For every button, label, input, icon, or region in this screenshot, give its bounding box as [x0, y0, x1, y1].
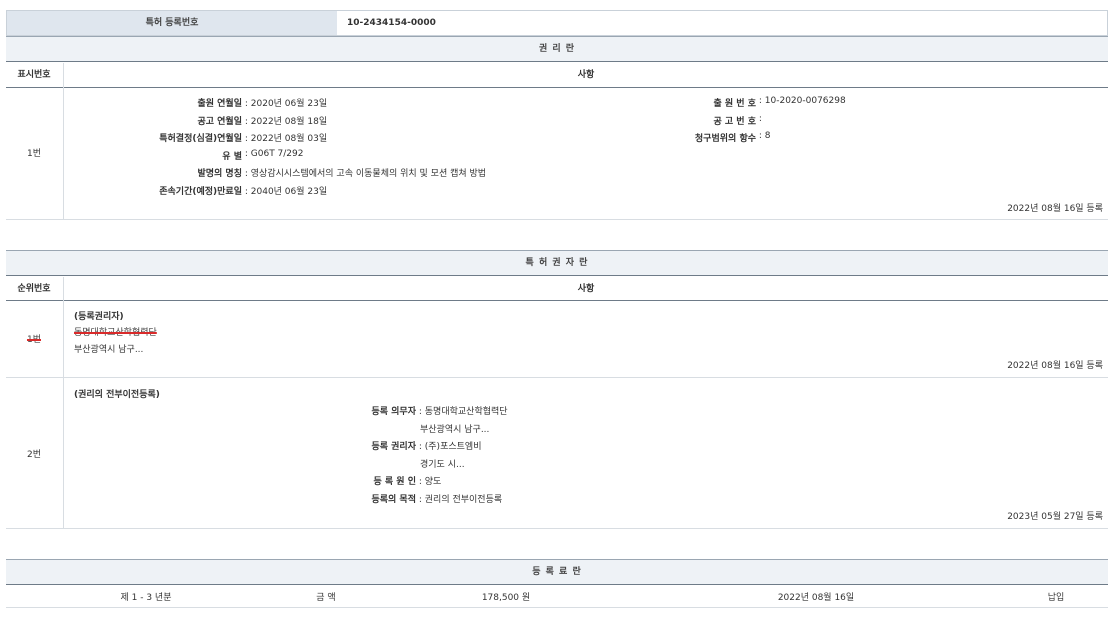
field-value: 2022년 08월 18일: [251, 117, 327, 127]
field-value: (주)포스트엠비: [425, 442, 482, 452]
field-label: 등록의 목적: [300, 492, 416, 505]
field-value: 양도: [425, 477, 442, 487]
rights-section-bottom: [6, 219, 1108, 220]
fee-status: 납입: [1026, 590, 1086, 603]
field-label: 존속기간(예정)만료일: [64, 184, 242, 197]
holder-row1-bottom: [6, 377, 1108, 378]
field-value: 부산광역시 남구...: [420, 422, 489, 435]
registration-number-value: 10-2434154-0000: [347, 11, 436, 35]
field-row: 등 록 원 인 : 양도: [300, 474, 800, 492]
field-label: 등 록 원 인: [300, 474, 416, 487]
field-label: 발명의 명칭: [64, 166, 242, 179]
holder-col-item-header: 사항: [64, 277, 1108, 301]
field-value: G06T 7/292: [251, 149, 304, 159]
holder-row1-name: 동명대학교산학협력단: [74, 325, 157, 338]
field-value: 8: [765, 131, 771, 141]
holder-section-bottom: [6, 528, 1108, 529]
fee-amount-label: 금 액: [286, 590, 366, 603]
rights-row-no: 1번: [6, 146, 62, 159]
holder-col-divider: [63, 277, 64, 528]
field-row: 부산광역시 남구...: [300, 422, 800, 440]
holder-col-no-header: 순위번호: [6, 277, 62, 301]
field-row: 존속기간(예정)만료일 : 2040년 06월 23일: [64, 184, 664, 202]
field-value: 경기도 시...: [420, 457, 465, 470]
field-value: 2022년 08월 03일: [251, 134, 327, 144]
holder-row2-heading: (권리의 전부이전등록): [74, 387, 160, 400]
fee-date: 2022년 08월 16일: [746, 590, 886, 603]
field-label: 청구범위의 항수: [620, 131, 756, 144]
field-row: 발명의 명칭 : 영상감시시스템에서의 고속 이동물체의 위치 및 모션 캡쳐 …: [64, 166, 664, 184]
rights-header-divider: [6, 87, 1108, 88]
holder-section-header: 특 허 권 자 란: [6, 250, 1108, 276]
field-label: 출 원 번 호: [620, 96, 756, 109]
field-row: 등록 권리자 : (주)포스트엠비: [300, 439, 800, 457]
field-row: 공 고 번 호 :: [620, 114, 1100, 132]
field-label: 유 별: [64, 149, 242, 162]
rights-section-header: 권 리 란: [6, 36, 1108, 62]
rights-col-no-header: 표시번호: [6, 63, 62, 87]
holder-row1-no: 1번: [6, 332, 62, 345]
registration-number-label: 특허 등록번호: [7, 11, 337, 35]
fee-section-header: 등 록 료 란: [6, 559, 1108, 585]
field-row: 출 원 번 호 : 10-2020-0076298: [620, 96, 1100, 114]
fee-row: 제 1 - 3 년분 금 액 178,500 원 2022년 08월 16일 납…: [6, 586, 1108, 608]
fee-amount: 178,500 원: [446, 590, 566, 603]
field-value: 2020년 06월 23일: [251, 99, 327, 109]
field-label: 공고 연월일: [64, 114, 242, 127]
fee-year: 제 1 - 3 년분: [66, 590, 226, 603]
field-label: 등록 권리자: [300, 439, 416, 452]
holder-row2-reg-date: 2023년 05월 27일 등록: [1007, 509, 1103, 522]
holder-row2-no: 2번: [6, 447, 62, 460]
field-row: 경기도 시...: [300, 457, 800, 475]
holder-header-divider: [6, 300, 1108, 301]
field-value: 권리의 전부이전등록: [425, 495, 502, 505]
field-value: 10-2020-0076298: [765, 96, 846, 106]
field-row: 특허결정(심결)연월일 : 2022년 08월 03일: [64, 131, 664, 149]
field-row: 등록의 목적 : 권리의 전부이전등록: [300, 492, 800, 510]
field-label: 출원 연월일: [64, 96, 242, 109]
fee-section-bottom: [6, 607, 1108, 608]
field-row: 청구범위의 항수 : 8: [620, 131, 1100, 149]
field-label: 특허결정(심결)연월일: [64, 131, 242, 144]
field-label: 공 고 번 호: [620, 114, 756, 127]
field-value: 영상감시시스템에서의 고속 이동물체의 위치 및 모션 캡쳐 방법: [251, 169, 486, 179]
registration-number-row: 특허 등록번호 10-2434154-0000: [6, 10, 1108, 36]
field-row: 출원 연월일 : 2020년 06월 23일: [64, 96, 664, 114]
holder-row1-heading: (등록권리자): [74, 309, 124, 322]
field-row: 공고 연월일 : 2022년 08월 18일: [64, 114, 664, 132]
field-row: 등록 의무자 : 동명대학교산학협력단: [300, 404, 800, 422]
rights-col-item-header: 사항: [64, 63, 1108, 87]
field-value: 동명대학교산학협력단: [425, 407, 508, 417]
field-value: 2040년 06월 23일: [251, 187, 327, 197]
field-label: 등록 의무자: [300, 404, 416, 417]
holder-row1-address: 부산광역시 남구...: [74, 342, 143, 355]
field-row: 유 별 : G06T 7/292: [64, 149, 664, 167]
holder-row1-reg-date: 2022년 08월 16일 등록: [1007, 358, 1103, 371]
rights-reg-date: 2022년 08월 16일 등록: [1007, 201, 1103, 214]
